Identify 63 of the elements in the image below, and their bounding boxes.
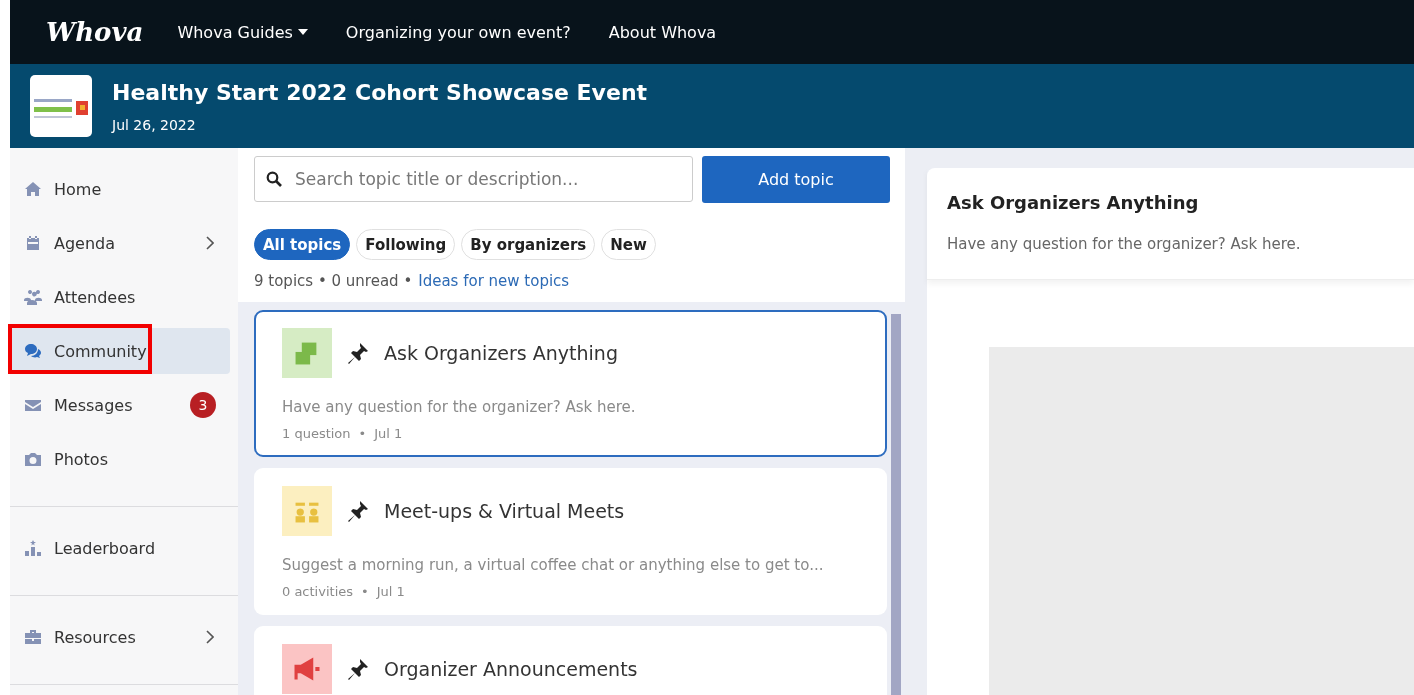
brand-logo[interactable]: Whova: [46, 17, 144, 47]
topic-count: 1 question: [282, 426, 351, 441]
sidebar-icon: [24, 235, 42, 251]
pin-icon: [346, 657, 370, 681]
sidebar-label: Community: [54, 341, 147, 361]
topic-description: Have any question for the organizer? Ask here.: [282, 398, 637, 416]
nav-link[interactable]: About Whova: [608, 22, 717, 42]
nav-link[interactable]: Organizing your own event?: [345, 22, 571, 42]
event-title: Healthy Start 2022 Cohort Showcase Event: [112, 79, 648, 105]
topic-title: Ask Organizers Anything: [384, 342, 618, 364]
nav-link[interactable]: Whova Guides: [177, 22, 308, 42]
sidebar-label: Leaderboard: [54, 538, 156, 558]
detail-description: Have any question for the organizer? Ask here.: [947, 235, 1302, 253]
separator-dot: •: [361, 584, 369, 599]
sidebar-icon: [24, 397, 42, 413]
pin-icon: [346, 341, 370, 365]
topic-card[interactable]: Meet-ups & Virtual Meets Suggest a morning run, a virtual coffee chat or anything else to get to... 0 activities • Jul 1: [254, 468, 887, 615]
ideas-link[interactable]: Ideas for new topics: [418, 272, 570, 290]
filter-chip[interactable]: Following: [356, 229, 456, 260]
filter-chip[interactable]: All topics: [254, 229, 351, 260]
topic-stats: 9 topics • 0 unread •: [254, 272, 413, 290]
sidebar-item[interactable]: Home: [10, 166, 230, 212]
chevron-icon: [206, 630, 214, 644]
unread-badge: 3: [190, 392, 216, 418]
sidebar-item[interactable]: Leaderboard: [10, 525, 230, 571]
topic-description: Suggest a morning run, a virtual coffee chat or anything else to get to...: [282, 556, 825, 574]
search-icon: [266, 171, 282, 187]
sidebar-item[interactable]: Resources: [10, 614, 230, 660]
add-topic-button[interactable]: Add topic: [702, 156, 890, 203]
sidebar-item[interactable]: Photos: [10, 436, 230, 482]
detail-title: Ask Organizers Anything: [947, 192, 1200, 213]
separator-dot: •: [358, 426, 367, 441]
sidebar-item[interactable]: Attendees: [10, 274, 230, 320]
sidebar-icon: [24, 540, 42, 556]
sidebar-label: Agenda: [54, 233, 116, 253]
filter-chip[interactable]: By organizers: [461, 229, 596, 260]
topic-title: Organizer Announcements: [384, 658, 638, 680]
filter-chip[interactable]: New: [601, 229, 656, 260]
event-date: Jul 26, 2022: [112, 116, 197, 133]
topic-date: Jul 1: [374, 426, 403, 441]
chevron-icon: [206, 236, 214, 250]
sidebar-icon: [24, 451, 42, 467]
caret-icon: [297, 29, 308, 35]
sidebar-icon: [24, 289, 42, 305]
sidebar-label: Attendees: [54, 287, 136, 307]
sidebar-label: Resources: [54, 627, 136, 647]
pin-icon: [346, 499, 370, 523]
sidebar-label: Home: [54, 179, 102, 199]
search-field[interactable]: Search topic title or description...: [254, 156, 693, 202]
topic-card[interactable]: Ask Organizers Anything Have any question for the organizer? Ask here. 1 question • Jul 1: [254, 310, 887, 457]
sidebar-icon: [24, 343, 42, 359]
topic-count: 0 activities: [282, 584, 353, 599]
sidebar-label: Messages: [54, 395, 133, 415]
sidebar-icon: [24, 181, 42, 197]
sidebar-item[interactable]: Messages 3: [10, 382, 230, 428]
sidebar-item[interactable]: Agenda: [10, 220, 230, 266]
topic-title: Meet-ups & Virtual Meets: [384, 500, 625, 522]
event-logo: [30, 75, 92, 137]
topic-card[interactable]: Organizer Announcements: [254, 626, 887, 695]
scrollbar[interactable]: [891, 314, 901, 695]
sidebar-label: Photos: [54, 449, 108, 469]
topic-date: Jul 1: [376, 584, 405, 599]
sidebar-icon: [24, 629, 42, 645]
